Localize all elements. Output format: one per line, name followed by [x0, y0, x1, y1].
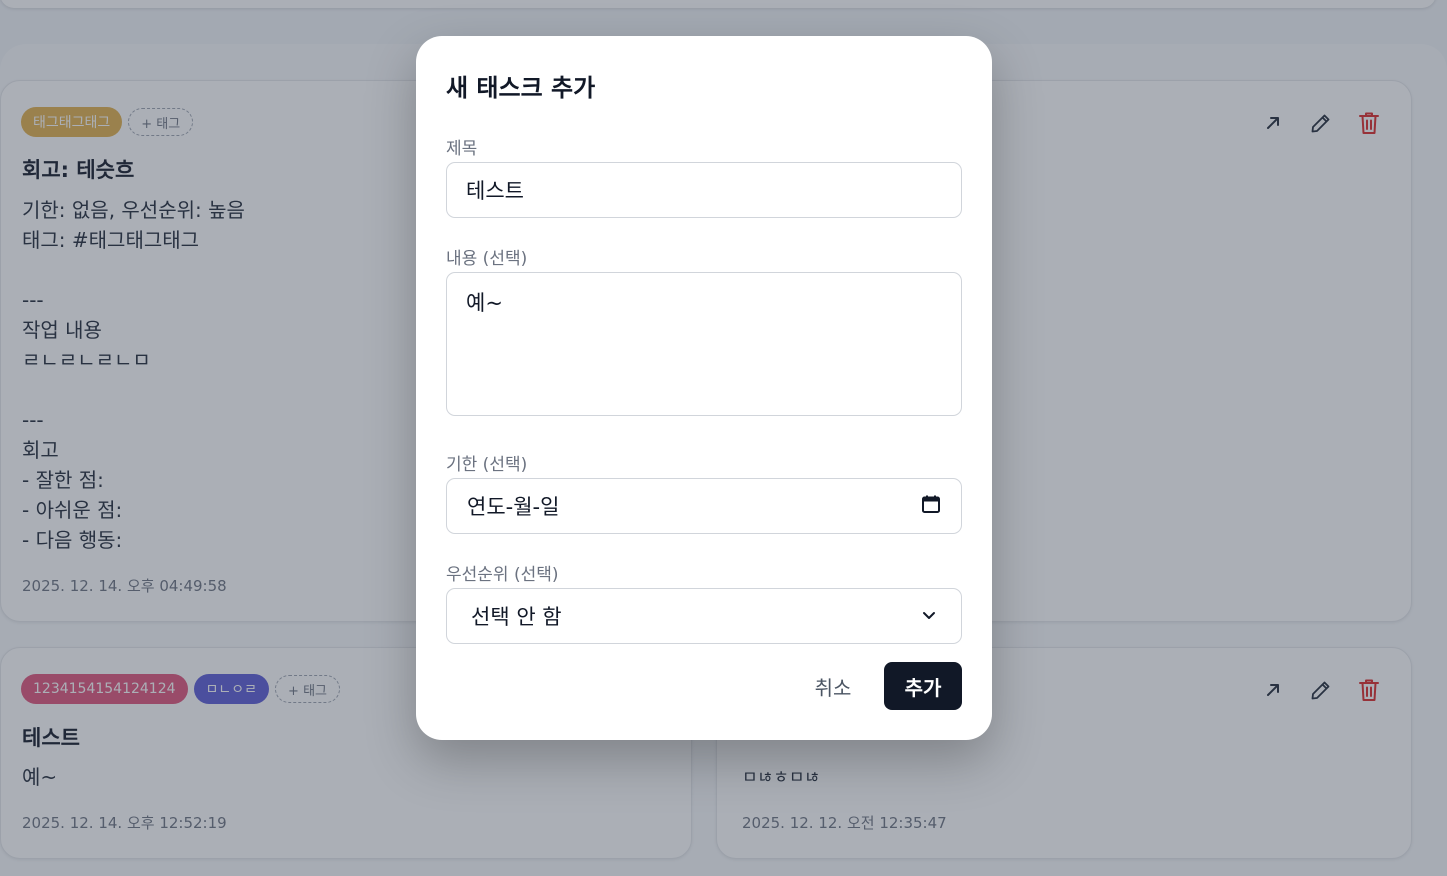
due-date-label: 기한 (선택): [446, 455, 528, 475]
due-date-placeholder: 연도-월-일: [467, 495, 560, 519]
cancel-button[interactable]: 취소: [798, 662, 868, 710]
priority-label: 우선순위 (선택): [446, 565, 559, 585]
content-label: 내용 (선택): [446, 249, 528, 269]
calendar-icon[interactable]: [921, 494, 941, 519]
dialog-title: 새 태스크 추가: [446, 74, 596, 102]
add-task-dialog: 새 태스크 추가 제목 테스트 내용 (선택) 예~ 기한 (선택) 연도-월-…: [416, 36, 992, 740]
title-input[interactable]: 테스트: [446, 162, 962, 218]
priority-select[interactable]: 선택 안 함: [446, 588, 962, 644]
title-label: 제목: [446, 139, 478, 159]
add-task-button[interactable]: 추가: [884, 662, 962, 710]
content-textarea[interactable]: 예~: [446, 272, 962, 416]
due-date-input[interactable]: 연도-월-일: [446, 478, 962, 534]
chevron-down-icon: [921, 604, 937, 628]
content-textarea-value: 예~: [466, 291, 503, 315]
title-input-value: 테스트: [466, 179, 524, 203]
priority-selected-value: 선택 안 함: [471, 605, 562, 629]
